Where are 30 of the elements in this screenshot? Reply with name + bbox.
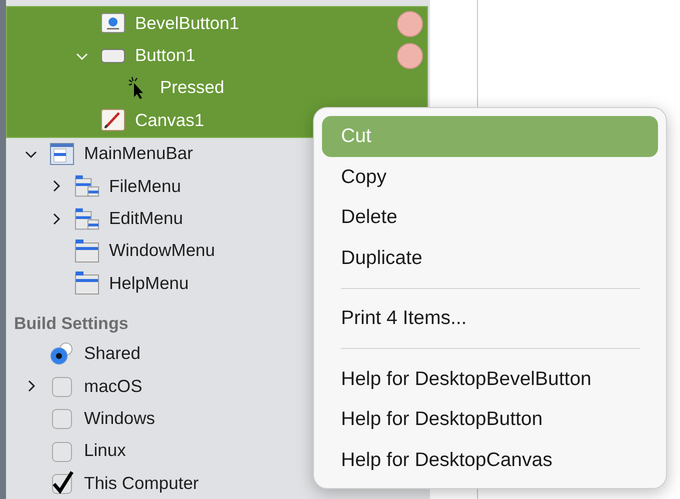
- tree-item-label[interactable]: MainMenuBar: [84, 143, 193, 164]
- menu-item-icon: [75, 238, 99, 263]
- menu-bar-icon: [50, 142, 74, 165]
- setting-label[interactable]: Shared: [84, 343, 140, 364]
- menu-item[interactable]: Help for DesktopButton: [322, 399, 658, 440]
- tree-item-label[interactable]: WindowMenu: [109, 240, 216, 262]
- radio-button[interactable]: [50, 342, 74, 366]
- menu-icon: [75, 174, 99, 198]
- checkbox[interactable]: [50, 471, 74, 496]
- menu-item[interactable]: Delete: [322, 197, 658, 238]
- checkbox[interactable]: [50, 406, 74, 430]
- tree-item-label[interactable]: EditMenu: [109, 208, 183, 230]
- setting-label[interactable]: Linux: [84, 440, 126, 462]
- tree-item-label[interactable]: HelpMenu: [109, 272, 189, 294]
- button-icon: [101, 48, 125, 63]
- menu-icon: [75, 206, 99, 231]
- tree-item-label[interactable]: FileMenu: [109, 176, 181, 197]
- bevel-button-icon: [101, 13, 125, 34]
- setting-label[interactable]: macOS: [84, 376, 142, 397]
- menu-item[interactable]: Help for DesktopBevelButton: [322, 358, 658, 399]
- setting-label[interactable]: Windows: [84, 408, 155, 429]
- menu-item[interactable]: Copy: [322, 156, 658, 197]
- menu-item[interactable]: Print 4 Items...: [322, 298, 658, 338]
- menu-item-icon: [75, 271, 99, 296]
- checkbox[interactable]: [50, 374, 74, 398]
- canvas-icon: [101, 109, 125, 132]
- menu-item[interactable]: Help for DesktopCanvas: [322, 440, 658, 480]
- setting-label[interactable]: This Computer: [84, 472, 199, 494]
- section-heading: Build Settings: [13, 312, 128, 335]
- menu-item[interactable]: Duplicate: [322, 238, 658, 278]
